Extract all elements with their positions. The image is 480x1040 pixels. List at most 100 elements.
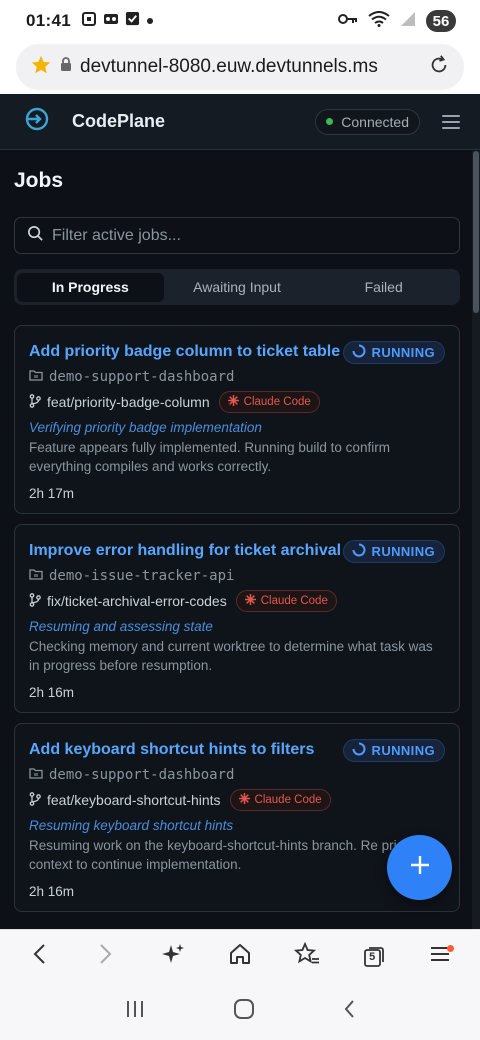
repo-name: demo-support-dashboard xyxy=(49,767,235,783)
repo-folder-icon xyxy=(29,568,43,584)
search-icon xyxy=(27,225,44,247)
back-nav-button[interactable] xyxy=(342,998,356,1025)
screenshot-icon xyxy=(81,11,97,32)
agent-badge: Claude Code xyxy=(218,391,320,413)
job-branch: feat/keyboard-shortcut-hints xyxy=(29,791,221,809)
status-badge: RUNNING xyxy=(342,540,445,563)
tab-failed[interactable]: Failed xyxy=(310,273,457,302)
key-icon xyxy=(338,12,358,31)
url-text[interactable]: devtunnel-8080.euw.devtunnels.ms xyxy=(80,56,428,78)
spinner-icon xyxy=(352,543,366,560)
branch-name: fix/ticket-archival-error-codes xyxy=(47,593,227,609)
home-nav-button[interactable] xyxy=(233,998,255,1025)
job-card[interactable]: Add priority badge column to ticket tabl… xyxy=(14,325,460,514)
status-badge: RUNNING xyxy=(342,739,445,762)
connection-status-badge: Connected xyxy=(315,108,420,135)
git-branch-icon xyxy=(29,393,41,411)
reload-icon[interactable] xyxy=(428,54,450,81)
job-progress-title: Resuming keyboard shortcut hints xyxy=(29,818,234,833)
notification-icons xyxy=(81,11,154,32)
job-elapsed-time: 2h 16m xyxy=(29,884,75,899)
bookmarks-button[interactable] xyxy=(287,937,327,977)
star-icon[interactable] xyxy=(30,54,52,81)
tabs-icon: 5 xyxy=(362,945,386,969)
claude-sparkle-icon xyxy=(244,594,256,608)
job-elapsed-time: 2h 16m xyxy=(29,685,75,700)
git-branch-icon xyxy=(29,592,41,610)
codeplane-logo-icon[interactable] xyxy=(24,106,50,137)
agent-name: Claude Code xyxy=(254,794,322,806)
agent-name: Claude Code xyxy=(243,396,311,408)
home-button[interactable] xyxy=(220,937,260,977)
tab-awaiting-input[interactable]: Awaiting Input xyxy=(164,273,311,302)
ai-assistant-button[interactable] xyxy=(153,937,193,977)
job-branch: fix/ticket-archival-error-codes xyxy=(29,592,227,610)
search-input[interactable] xyxy=(52,226,447,245)
repo-name: demo-support-dashboard xyxy=(49,369,235,385)
app-header: CodePlane Connected xyxy=(0,94,480,150)
agent-name: Claude Code xyxy=(260,595,328,607)
page-scrollbar[interactable] xyxy=(472,151,480,929)
job-tabs: In Progress Awaiting Input Failed xyxy=(14,269,460,305)
job-title[interactable]: Improve error handling for ticket archiv… xyxy=(29,539,343,563)
job-title[interactable]: Add priority badge column to ticket tabl… xyxy=(29,340,343,364)
status-label: RUNNING xyxy=(371,345,435,360)
signal-icon xyxy=(400,11,416,32)
sparkles-icon xyxy=(161,942,185,971)
app-name[interactable]: CodePlane xyxy=(72,111,165,132)
agent-badge: Claude Code xyxy=(235,590,337,612)
job-progress-description: Feature appears fully implemented. Runni… xyxy=(29,440,390,474)
agent-badge: Claude Code xyxy=(229,789,331,811)
git-branch-icon xyxy=(29,791,41,809)
connection-status-label: Connected xyxy=(341,113,409,130)
branch-name: feat/keyboard-shortcut-hints xyxy=(47,792,221,808)
job-repo: demo-issue-tracker-api xyxy=(29,568,445,584)
connected-dot-icon xyxy=(326,118,334,125)
wifi-icon xyxy=(368,10,390,32)
jobs-page: Jobs In Progress Awaiting Input Failed A… xyxy=(0,151,472,929)
address-bar[interactable]: devtunnel-8080.euw.devtunnels.ms xyxy=(16,44,464,90)
battery-indicator: 56 xyxy=(426,10,456,32)
dot-icon xyxy=(146,12,154,30)
status-bar: 01:41 56 xyxy=(0,0,480,42)
page-title: Jobs xyxy=(14,169,64,192)
search-field[interactable] xyxy=(14,217,460,254)
back-button[interactable] xyxy=(19,937,59,977)
status-label: RUNNING xyxy=(371,544,435,559)
job-branch: feat/priority-badge-column xyxy=(29,393,210,411)
job-progress-title: Resuming and assessing state xyxy=(29,619,213,634)
tab-in-progress[interactable]: In Progress xyxy=(17,272,164,302)
job-progress-description: Resuming work on the keyboard-shortcut-h… xyxy=(29,838,409,872)
menu-icon[interactable] xyxy=(442,114,460,129)
browser-menu-button[interactable] xyxy=(420,937,460,977)
recents-button[interactable] xyxy=(124,999,146,1024)
notification-dot xyxy=(447,944,455,952)
browser-toolbar: 5 xyxy=(0,929,480,983)
home-icon xyxy=(228,942,252,971)
chevron-right-icon xyxy=(98,943,114,970)
spinner-icon xyxy=(352,742,366,759)
tab-count: 5 xyxy=(369,950,376,963)
job-repo: demo-support-dashboard xyxy=(29,767,445,783)
star-list-icon xyxy=(293,941,320,971)
job-card[interactable]: Improve error handling for ticket archiv… xyxy=(14,524,460,713)
job-progress-description: Checking memory and current worktree to … xyxy=(29,639,433,673)
repo-folder-icon xyxy=(29,767,43,783)
lock-icon xyxy=(60,57,72,77)
job-progress-title: Verifying priority badge implementation xyxy=(29,420,262,435)
job-title[interactable]: Add keyboard shortcut hints to filters xyxy=(29,738,343,762)
browser-address-area: devtunnel-8080.euw.devtunnels.ms xyxy=(0,42,480,94)
tape-icon xyxy=(103,11,119,32)
claude-sparkle-icon xyxy=(238,793,250,807)
plus-icon xyxy=(409,854,431,881)
scrollbar-thumb[interactable] xyxy=(473,151,479,313)
spinner-icon xyxy=(352,344,366,361)
branch-name: feat/priority-badge-column xyxy=(47,394,210,410)
chevron-left-icon xyxy=(31,943,47,970)
job-elapsed-time: 2h 17m xyxy=(29,486,75,501)
job-repo: demo-support-dashboard xyxy=(29,369,445,385)
new-job-button[interactable] xyxy=(387,835,452,900)
forward-button[interactable] xyxy=(86,937,126,977)
tabs-button[interactable]: 5 xyxy=(354,937,394,977)
status-label: RUNNING xyxy=(371,743,435,758)
